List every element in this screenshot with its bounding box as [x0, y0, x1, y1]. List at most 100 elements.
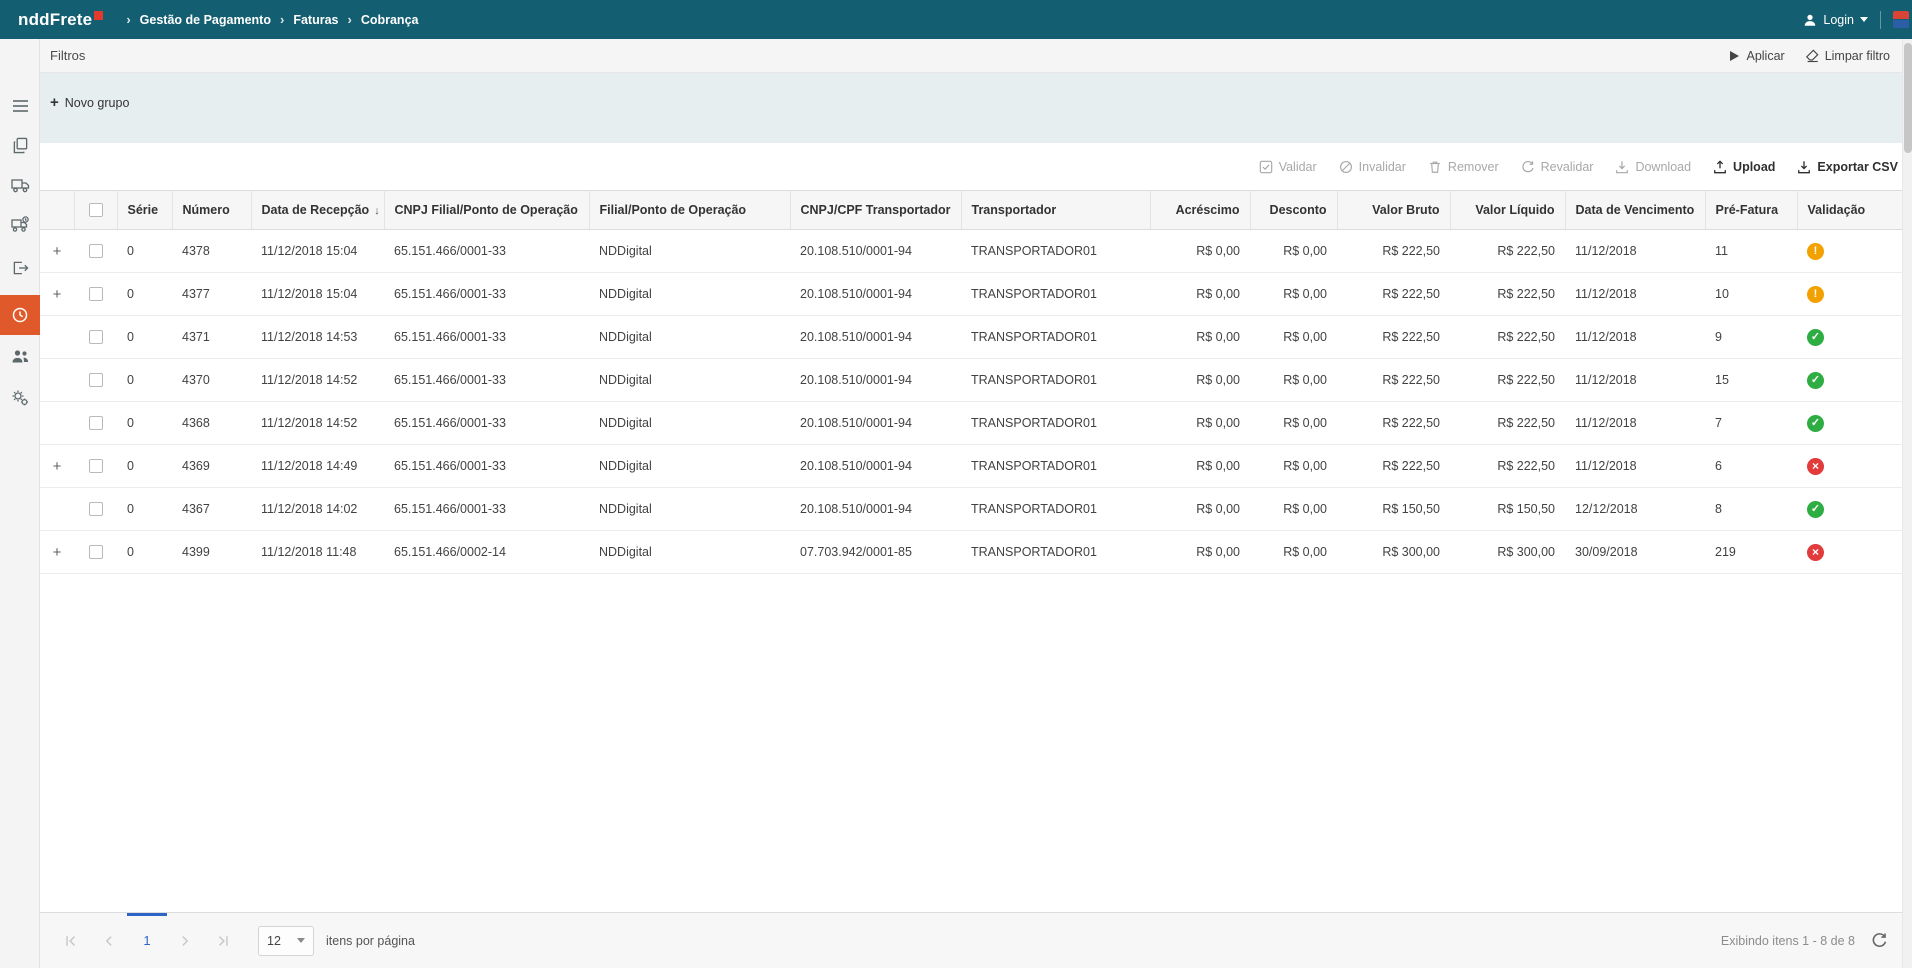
validation-success-icon[interactable]: ✓ [1807, 500, 1824, 518]
breadcrumb-item-faturas[interactable]: Faturas [293, 13, 338, 27]
invalidate-button[interactable]: Invalidar [1339, 160, 1406, 174]
validation-warning-icon[interactable]: ! [1807, 242, 1824, 260]
validation-success-icon[interactable]: ✓ [1807, 328, 1824, 346]
sidebar-menu-toggle[interactable] [0, 86, 40, 126]
cell-desconto: R$ 0,00 [1250, 315, 1337, 359]
row-checkbox[interactable] [88, 287, 103, 302]
scrollbar-thumb[interactable] [1904, 43, 1912, 153]
column-header-valor-liquido[interactable]: Valor Líquido [1450, 190, 1566, 230]
row-checkbox[interactable] [88, 459, 103, 474]
sidebar-item-settings[interactable] [0, 378, 40, 418]
previous-page-button[interactable] [92, 924, 126, 958]
column-header-pre-fatura[interactable]: Pré-Fatura [1705, 190, 1798, 230]
cell-numero: 4399 [172, 530, 251, 574]
remove-button[interactable]: Remover [1428, 160, 1499, 174]
expand-row-button[interactable]: + [53, 459, 62, 474]
revalidate-button[interactable]: Revalidar [1521, 160, 1593, 174]
validation-warning-icon[interactable]: ! [1807, 285, 1824, 303]
select-all-checkbox[interactable] [88, 203, 103, 218]
cell-expand: + [40, 444, 74, 488]
chevron-down-icon [297, 938, 305, 943]
column-header-cnpj-filial-ponto-de-operacao[interactable]: CNPJ Filial/Ponto de Operação [384, 190, 590, 230]
validation-error-icon[interactable]: × [1807, 457, 1824, 475]
login-menu[interactable]: Login [1803, 13, 1868, 27]
expand-row-button[interactable]: + [53, 545, 62, 560]
column-header-desconto[interactable]: Desconto [1250, 190, 1338, 230]
validation-success-icon[interactable]: ✓ [1807, 414, 1824, 432]
column-header-label: Número [182, 203, 230, 217]
sidebar-item-cobranca-active[interactable] [0, 295, 40, 335]
export-csv-label: Exportar CSV [1817, 159, 1898, 174]
column-header-transportador[interactable]: Transportador [961, 190, 1151, 230]
column-header-data-de-vencimento[interactable]: Data de Vencimento [1565, 190, 1706, 230]
column-header-valor-bruto[interactable]: Valor Bruto [1337, 190, 1451, 230]
row-checkbox[interactable] [88, 416, 103, 431]
cell-filial: NDDigital [589, 315, 790, 359]
column-header-serie[interactable]: Série [117, 190, 173, 230]
new-group-button[interactable]: + Novo grupo [50, 95, 129, 110]
app-switcher-icon[interactable] [1893, 11, 1911, 28]
row-checkbox[interactable] [88, 330, 103, 345]
upload-icon [1714, 159, 1726, 173]
breadcrumb-item-cobranca[interactable]: Cobrança [361, 13, 419, 27]
page-number-current[interactable]: 1 [127, 912, 167, 958]
cell-valor-liquido: R$ 222,50 [1450, 358, 1565, 402]
sidebar-item-deliveries[interactable] [0, 204, 40, 244]
breadcrumb-item-gestao-de-pagamento[interactable]: Gestão de Pagamento [140, 13, 271, 27]
column-header-cnpj-cpf-transportador[interactable]: CNPJ/CPF Transportador [790, 190, 962, 230]
apply-filter-button[interactable]: Aplicar [1729, 49, 1785, 63]
upload-button[interactable]: Upload [1713, 160, 1775, 174]
sidebar-item-exit[interactable] [0, 248, 40, 288]
cell-pre-fatura: 8 [1705, 487, 1797, 531]
cell-transportador: TRANSPORTADOR01 [961, 444, 1150, 488]
expand-row-button[interactable]: + [53, 244, 62, 259]
last-page-button[interactable] [206, 924, 240, 958]
cell-validacao: ✓ [1797, 315, 1902, 359]
validation-error-icon[interactable]: × [1807, 543, 1824, 561]
column-header-filial-ponto-de-operacao[interactable]: Filial/Ponto de Operação [589, 190, 791, 230]
validate-button[interactable]: Validar [1259, 160, 1317, 174]
page-size-dropdown[interactable]: 12 [258, 925, 314, 956]
row-checkbox[interactable] [88, 244, 103, 259]
column-header-data-de-recepcao[interactable]: Data de Recepção ↓ [251, 190, 385, 230]
row-checkbox[interactable] [88, 373, 103, 388]
cell-serie: 0 [117, 229, 172, 273]
invoices-grid: Série Número Data de Recepção ↓ CNPJ Filial/… [40, 190, 1902, 574]
first-page-button[interactable] [54, 924, 88, 958]
column-header-acrescimo[interactable]: Acréscimo [1150, 190, 1251, 230]
cell-filial: NDDigital [589, 358, 790, 402]
sidebar-item-documents[interactable] [0, 125, 40, 165]
next-page-button[interactable] [168, 924, 202, 958]
table-body: +0 4378 11/12/2018 15:04 65.151.466/0001-33… [40, 229, 1902, 574]
export-csv-button[interactable]: Exportar CSV [1797, 160, 1898, 174]
cell-transportador: TRANSPORTADOR01 [961, 272, 1150, 316]
row-checkbox[interactable] [88, 502, 103, 517]
cell-checkbox [74, 358, 117, 402]
cell-acrescimo: R$ 0,00 [1150, 315, 1250, 359]
column-header-validacao[interactable]: Validação [1797, 190, 1902, 230]
refresh-icon [1872, 933, 1887, 947]
column-header-label: Acréscimo [1175, 203, 1240, 217]
table-row: +0 4399 11/12/2018 11:48 65.151.466/0002-14… [40, 530, 1902, 574]
download-button[interactable]: Download [1615, 160, 1691, 174]
cell-cnpj-transportador: 07.703.942/0001-85 [790, 530, 961, 574]
clear-filter-label: Limpar filtro [1824, 48, 1890, 63]
cell-acrescimo: R$ 0,00 [1150, 358, 1250, 402]
cell-pre-fatura: 6 [1705, 444, 1797, 488]
column-header-numero[interactable]: Número [172, 190, 252, 230]
row-checkbox[interactable] [88, 545, 103, 560]
cell-cnpj-transportador: 20.108.510/0001-94 [790, 358, 961, 402]
invoices-table: Série Número Data de Recepção ↓ CNPJ Filial/… [40, 190, 1902, 574]
cell-valor-bruto: R$ 222,50 [1337, 315, 1450, 359]
expand-row-button[interactable]: + [53, 287, 62, 302]
clear-filter-button[interactable]: Limpar filtro [1805, 49, 1890, 63]
validation-success-icon[interactable]: ✓ [1807, 371, 1824, 389]
vertical-scrollbar[interactable] [1902, 39, 1912, 968]
app-logo[interactable]: nddFrete [18, 10, 104, 30]
sidebar-item-fleet[interactable] [0, 165, 40, 205]
cell-validacao: ✓ [1797, 487, 1902, 531]
refresh-grid-button[interactable] [1871, 932, 1888, 949]
cell-pre-fatura: 7 [1705, 401, 1797, 445]
sidebar-item-users[interactable] [0, 336, 40, 376]
cell-pre-fatura: 9 [1705, 315, 1797, 359]
